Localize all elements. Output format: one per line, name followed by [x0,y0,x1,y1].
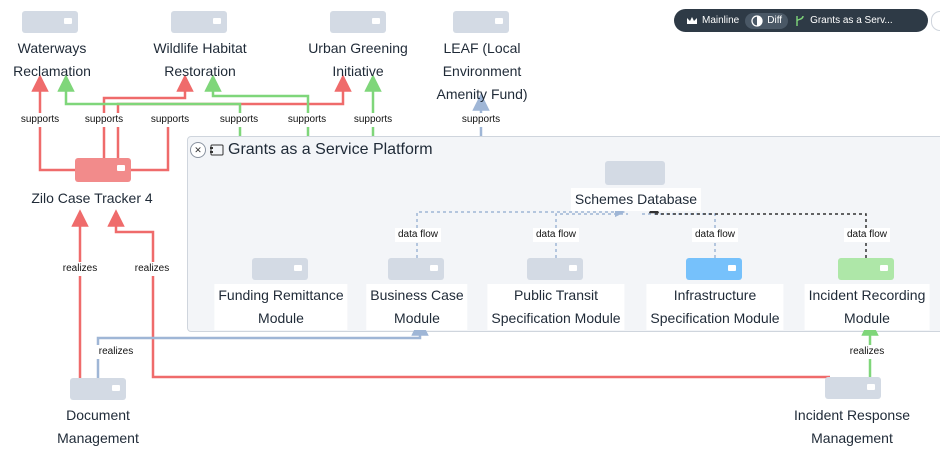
node-label-urban: Urban Greening Initiative [308,40,408,79]
edge-label-supports: supports [17,113,63,127]
node-box-zilo[interactable] [75,158,131,182]
node-box-document-management[interactable] [70,378,126,400]
group-header: ✕ Grants as a Service Platform [190,140,433,160]
edge-label-realizes: realizes [95,345,137,359]
crown-icon [687,16,697,24]
edge-added-2 [204,74,310,136]
edge-label-supports: supports [350,113,396,127]
branch-icon [796,15,804,26]
branch-label: Grants as a Serv... [810,15,893,26]
node-label-wildlife: Wildlife Habitat Restoration [153,40,247,79]
contrast-icon [751,14,763,27]
edge-label-realizes: realizes [846,345,888,359]
node-box-leaf[interactable] [453,11,509,33]
collapse-button[interactable]: ✕ [190,142,206,158]
mainline-label: Mainline [702,15,740,26]
diff-label: Diff [767,15,783,26]
edge-label-dataflow: data flow [394,228,442,242]
node-box-incident-recording[interactable] [838,258,894,280]
node-box-transit[interactable] [527,258,583,280]
edge-doc-business [96,318,429,378]
toolbar-overflow-button[interactable] [931,11,940,31]
node-label-business: Business Case Module [366,284,468,330]
node-label-zilo: Zilo Case Tracker 4 [31,190,153,206]
node-box-business[interactable] [388,258,444,280]
node-label-waterways: Waterways Reclamation [13,40,91,79]
edge-zilo-support-4 [125,120,170,172]
node-box-schemes-db[interactable] [605,161,665,185]
node-label-leaf: LEAF (Local Environment Amenity Fund) [436,40,528,102]
component-icon [210,144,224,156]
edge-label-dataflow: data flow [532,228,580,242]
edge-label-supports: supports [458,113,504,127]
node-label-funding: Funding Remittance Module [214,284,348,330]
node-label-infra: Infrastructure Specification Module [646,284,784,330]
node-label-transit: Public Transit Specification Module [487,284,625,330]
edge-label-supports: supports [284,113,330,127]
node-label-incident-recording: Incident Recording Module [804,284,930,330]
node-box-urban[interactable] [330,11,386,33]
branch-button[interactable]: Grants as a Serv... [788,13,899,29]
node-box-funding[interactable] [252,258,308,280]
edge-label-supports: supports [81,113,127,127]
diff-button[interactable]: Diff [745,12,789,29]
edge-label-dataflow: data flow [843,228,891,242]
edge-label-supports: supports [216,113,262,127]
node-box-wildlife[interactable] [171,11,227,33]
node-label-document-management: Document Management [57,407,139,446]
edge-label-supports: supports [147,113,193,127]
node-label-incident-response: Incident Response Management [794,407,910,446]
edge-label-dataflow: data flow [691,228,739,242]
mainline-button[interactable]: Mainline [680,13,745,29]
node-box-incident-response[interactable] [825,377,881,399]
node-label-schemes-db: Schemes Database [570,188,702,211]
edge-added-1 [57,74,242,136]
view-toolbar: Mainline Diff Grants as a Serv... [674,9,928,32]
group-title: Grants as a Service Platform [228,141,433,158]
edge-label-realizes: realizes [131,262,173,276]
edge-label-realizes: realizes [59,262,101,276]
node-box-infra[interactable] [686,258,742,280]
node-box-waterways[interactable] [22,11,78,33]
